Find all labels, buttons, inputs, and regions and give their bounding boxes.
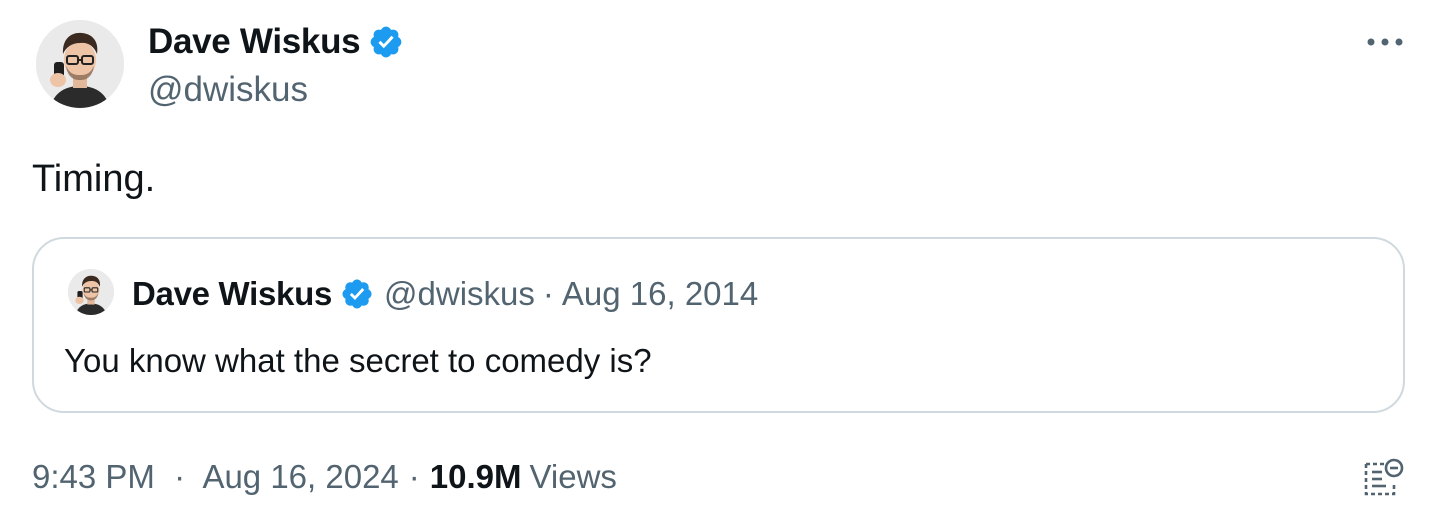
verified-badge-icon xyxy=(340,277,374,311)
author-handle[interactable]: @dwiskus xyxy=(148,70,308,110)
verified-badge-icon[interactable] xyxy=(368,24,404,60)
tweet-meta-row: 9:43 PM · Aug 16, 2024 · 10.9M Views xyxy=(32,458,617,496)
more-options-button[interactable] xyxy=(1362,30,1408,54)
quoted-tweet-date: Aug 16, 2014 xyxy=(561,275,759,312)
tweet-date: Aug 16, 2024 xyxy=(202,458,399,495)
meta-separator: · xyxy=(408,458,420,495)
views-link[interactable]: 10.9M Views xyxy=(430,458,617,496)
views-label: Views xyxy=(529,458,617,495)
tweet-time: 9:43 PM xyxy=(32,458,155,495)
author-display-name[interactable]: Dave Wiskus xyxy=(148,22,361,62)
quoted-tweet-card[interactable]: Dave Wiskus @dwiskus · Aug 16, 2014 You … xyxy=(32,237,1405,413)
quoted-author-handle: @dwiskus xyxy=(384,275,535,312)
author-avatar[interactable] xyxy=(36,20,124,108)
meta-separator: · xyxy=(174,458,186,495)
author-name-row: Dave Wiskus xyxy=(148,22,404,62)
quoted-tweet-text: You know what the secret to comedy is? xyxy=(64,342,652,379)
quoted-author-display-name: Dave Wiskus xyxy=(132,275,333,312)
quoted-tweet-header: Dave Wiskus @dwiskus · Aug 16, 2014 xyxy=(132,275,758,313)
quoted-author-avatar xyxy=(68,269,114,315)
views-count: 10.9M xyxy=(429,458,522,495)
analytics-icon xyxy=(1364,458,1404,496)
tweet-timestamp-link[interactable]: 9:43 PM · Aug 16, 2024 xyxy=(32,458,399,496)
analytics-button[interactable] xyxy=(1360,456,1406,500)
tweet-text: Timing. xyxy=(32,158,156,200)
more-dots-icon xyxy=(1367,38,1403,46)
quoted-meta-separator: · xyxy=(542,275,554,312)
